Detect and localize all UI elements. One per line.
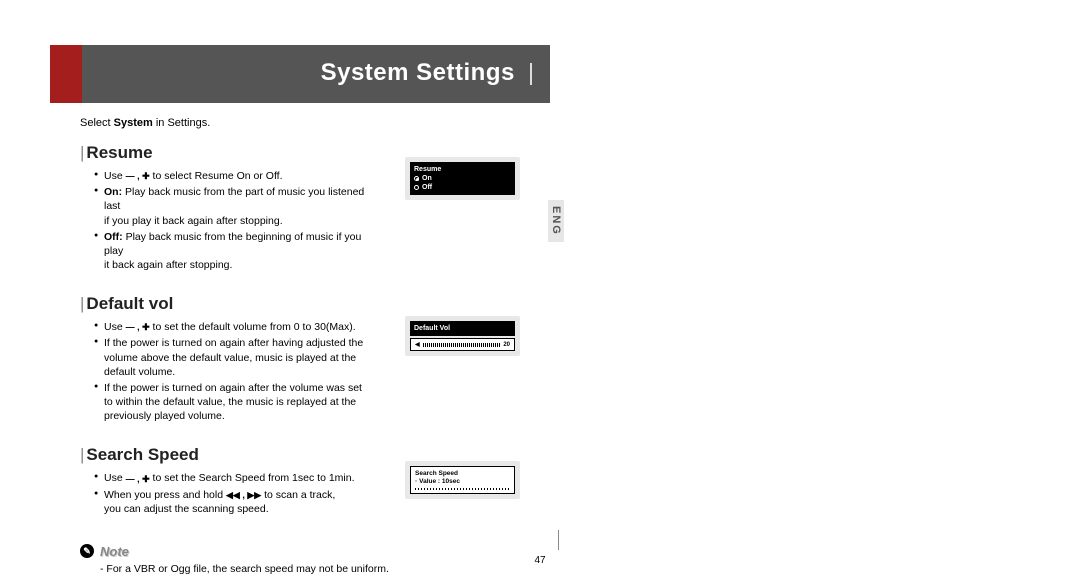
device-panel-volume: Default Vol ◀ 20 [405, 316, 520, 356]
language-tab: ENG [548, 200, 564, 242]
section-search-speed: |Search Speed Search Speed ◦ Value : 10s… [80, 445, 550, 516]
page-number-divider [558, 530, 559, 550]
bullet-item: If the power is turned on again after ha… [94, 336, 370, 379]
intro-text: Select System in Settings. [80, 117, 550, 129]
speaker-icon: ◀ [415, 341, 420, 348]
device-screen: Search Speed ◦ Value : 10sec [410, 466, 515, 494]
bullet-list: Use — , ✚ to select Resume On or Off. On… [80, 169, 370, 272]
minus-plus-icon: — , ✚ [126, 321, 150, 333]
bullet-item: When you press and hold ◀◀ , ▶▶ to scan … [94, 488, 370, 516]
minus-plus-icon: — , ✚ [126, 473, 150, 485]
bullet-item: Off: Play back music from the beginning … [94, 230, 370, 273]
page-title: System Settings [321, 59, 532, 87]
bullet-item: Use — , ✚ to select Resume On or Off. [94, 169, 370, 183]
minus-plus-icon: — , ✚ [126, 170, 150, 182]
header-band: System Settings [50, 45, 550, 103]
device-panel-resume: Resume On Off [405, 157, 520, 200]
radio-on-icon [414, 176, 419, 181]
bullet-item: If the power is turned on again after th… [94, 381, 370, 424]
volume-slider: ◀ 20 [410, 338, 515, 351]
radio-off-icon [414, 185, 419, 190]
section-resume: |Resume Resume On Off Use — , ✚ to selec… [80, 143, 550, 272]
bullet-item: Use — , ✚ to set the default volume from… [94, 320, 370, 334]
bullet-list: Use — , ✚ to set the default volume from… [80, 320, 370, 423]
page-number: 47 [0, 555, 1080, 566]
device-panel-search-speed: Search Speed ◦ Value : 10sec [405, 461, 520, 499]
bullet-list: Use — , ✚ to set the Search Speed from 1… [80, 471, 370, 516]
bullet-item: Use — , ✚ to set the Search Speed from 1… [94, 471, 370, 485]
device-screen: Resume On Off [410, 162, 515, 195]
header-accent [50, 45, 82, 103]
volume-bar [423, 343, 501, 347]
rew-ffwd-icon: ◀◀ , ▶▶ [226, 489, 261, 501]
scale-icon [415, 488, 510, 490]
section-default-vol: |Default vol Default Vol ◀ 20 Use — , ✚ … [80, 294, 550, 423]
device-screen: Default Vol [410, 321, 515, 336]
manual-page: System Settings ENG Select System in Set… [50, 45, 550, 575]
section-heading: |Default vol [80, 294, 550, 314]
title-divider [530, 63, 532, 85]
bullet-item: On: Play back music from the part of mus… [94, 185, 370, 228]
